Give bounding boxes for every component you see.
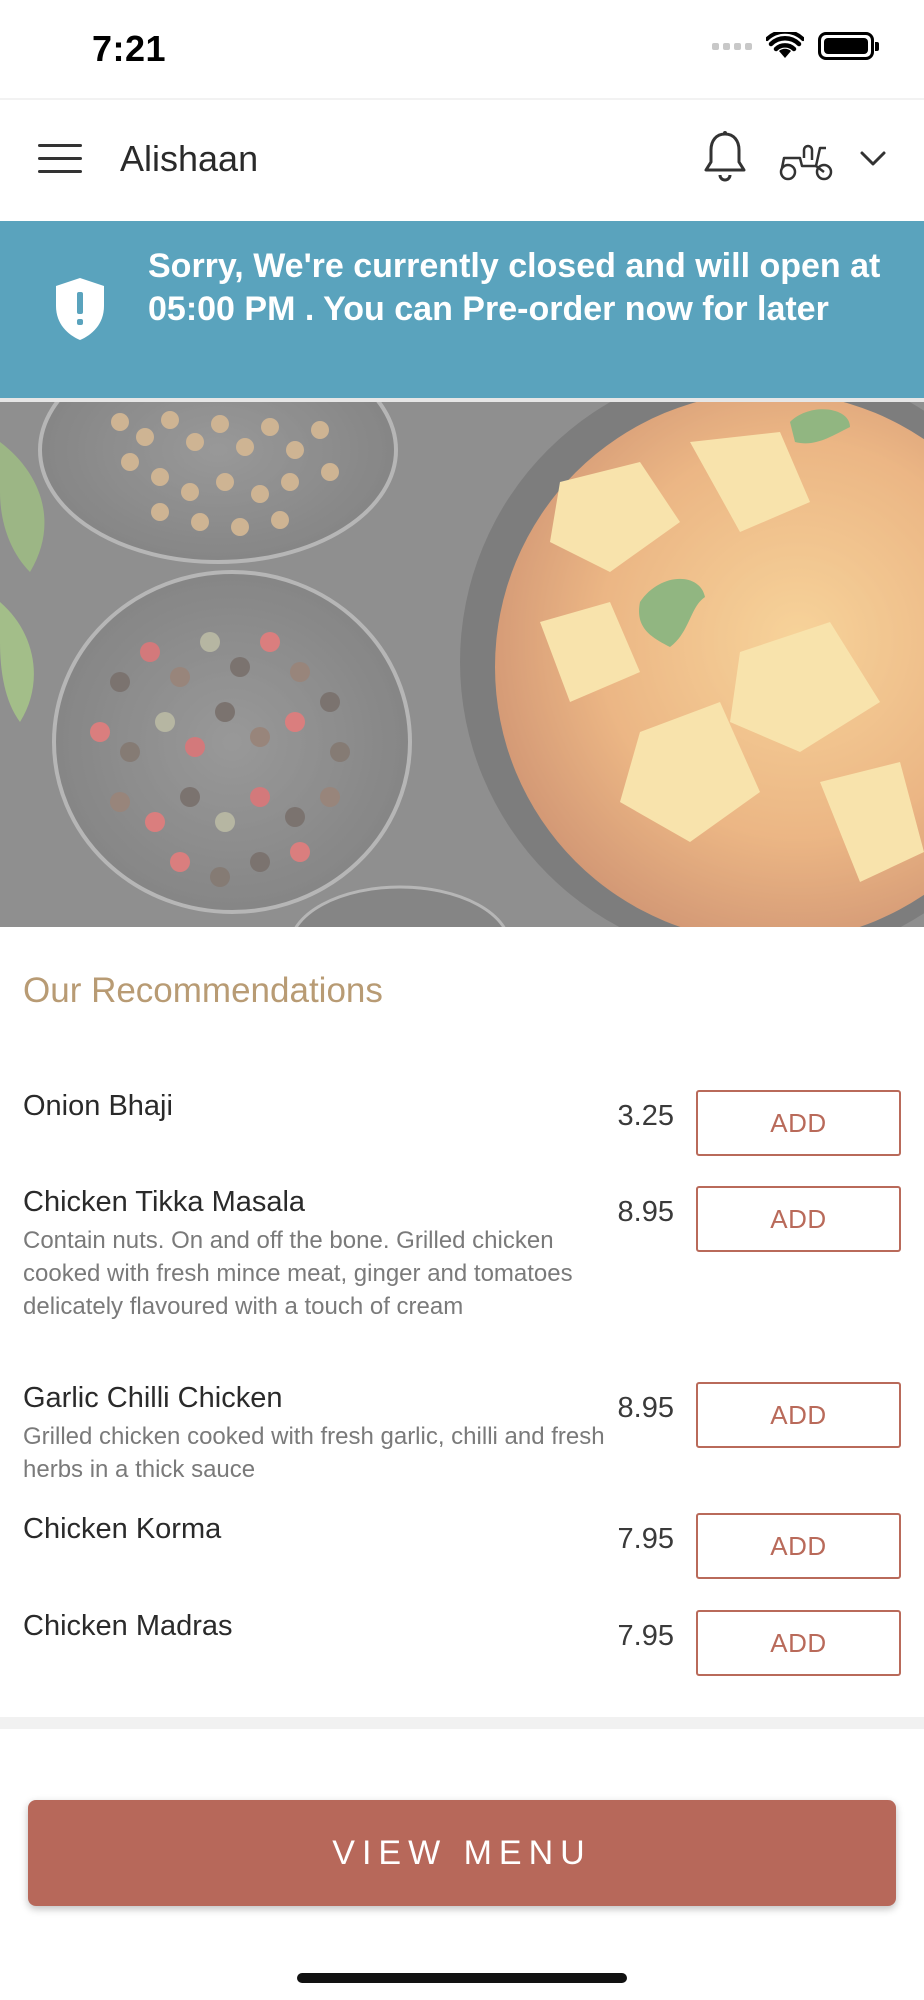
item-name: Onion Bhaji	[23, 1090, 173, 1122]
shield-alert-icon	[56, 278, 104, 340]
recommendations-section: Our Recommendations Onion Bhaji 3.25 ADD…	[0, 927, 924, 1717]
add-button[interactable]: ADD	[696, 1610, 901, 1676]
status-time: 7:21	[92, 28, 167, 69]
item-price: 8.95	[617, 1392, 674, 1424]
home-indicator	[297, 1973, 627, 1983]
item-price: 8.95	[617, 1196, 674, 1228]
section-divider	[0, 1717, 924, 1729]
item-description: Grilled chicken cooked with fresh garlic…	[23, 1423, 605, 1483]
closed-banner: Sorry, We're currently closed and will o…	[0, 221, 924, 398]
add-button[interactable]: ADD	[696, 1513, 901, 1579]
chevron-down-icon[interactable]	[858, 146, 888, 170]
add-button[interactable]: ADD	[696, 1090, 901, 1156]
item-name: Chicken Madras	[23, 1610, 233, 1642]
hero-overlay	[0, 402, 924, 927]
add-button[interactable]: ADD	[696, 1186, 901, 1252]
signal-icon	[712, 42, 752, 50]
item-name: Chicken Tikka Masala	[23, 1186, 306, 1218]
restaurant-title: Alishaan	[120, 138, 259, 179]
hero-image	[0, 402, 924, 927]
status-icons	[712, 32, 879, 60]
battery-icon	[818, 32, 879, 60]
menu-icon[interactable]	[38, 144, 82, 176]
scooter-icon[interactable]	[778, 138, 834, 182]
item-price: 7.95	[617, 1620, 674, 1652]
item-price: 7.95	[617, 1523, 674, 1555]
item-description: Contain nuts. On and off the bone. Grill…	[23, 1227, 573, 1320]
status-bar: 7:21	[0, 0, 924, 98]
closed-message: Sorry, We're currently closed and will o…	[148, 247, 881, 328]
item-name: Garlic Chilli Chicken	[23, 1382, 283, 1414]
add-button[interactable]: ADD	[696, 1382, 901, 1448]
view-menu-button[interactable]: VIEW MENU	[28, 1800, 896, 1906]
wifi-icon	[766, 32, 804, 58]
section-title: Our Recommendations	[23, 971, 383, 1010]
item-price: 3.25	[617, 1100, 674, 1132]
app-header: Alishaan	[0, 100, 924, 220]
item-name: Chicken Korma	[23, 1513, 222, 1545]
bell-icon[interactable]	[702, 130, 748, 184]
